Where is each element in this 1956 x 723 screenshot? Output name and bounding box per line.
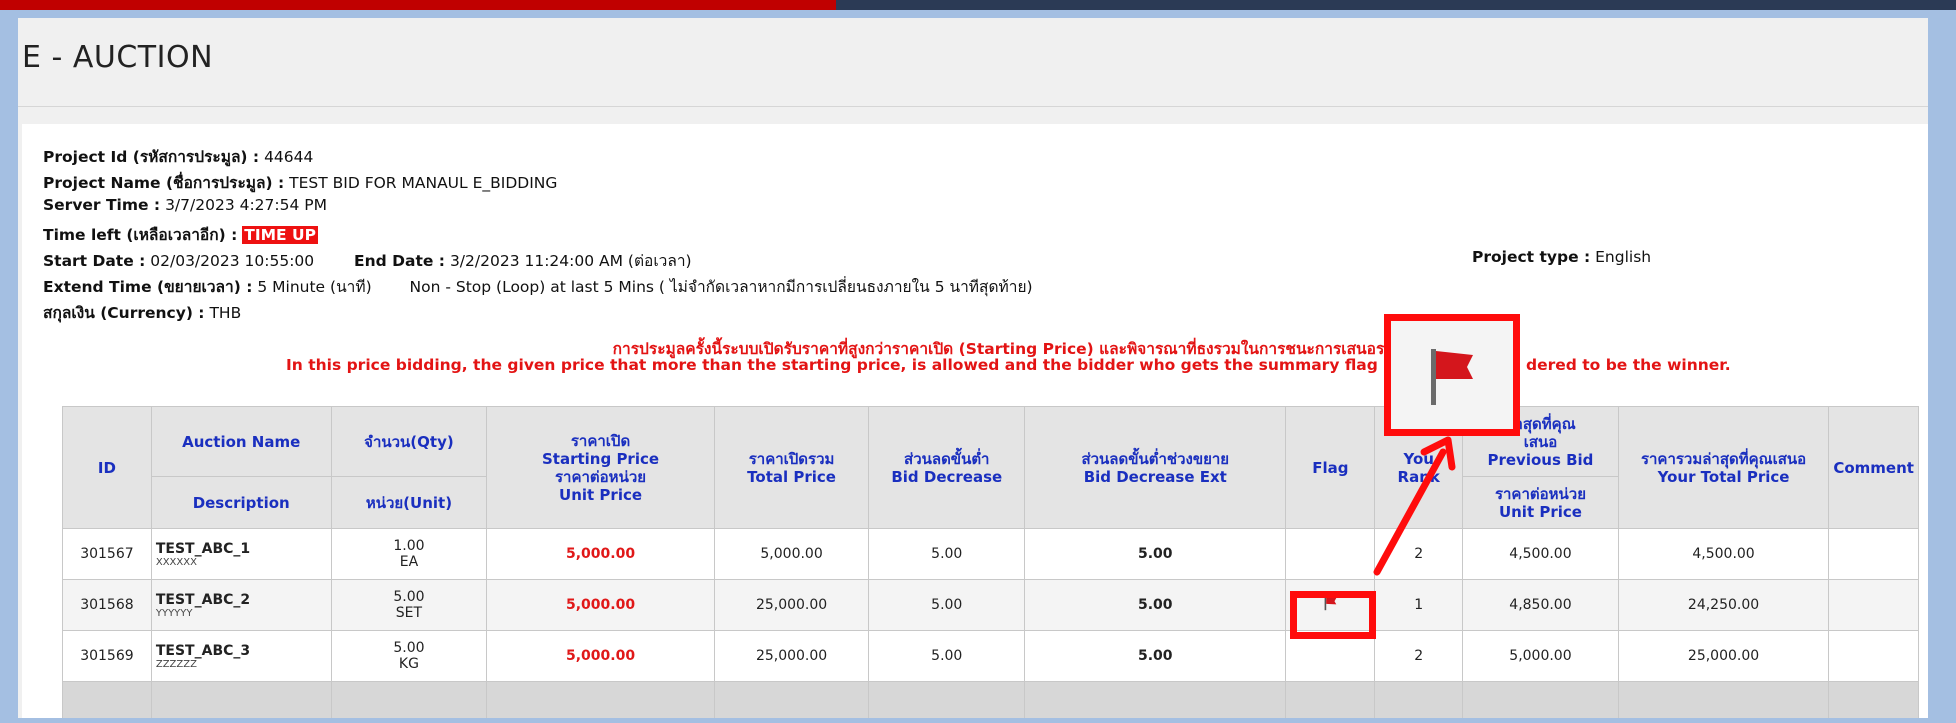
annotation-arrow (1373, 436, 1456, 576)
flag-icon-large (1431, 349, 1473, 405)
flag-zoom-callout (1384, 314, 1520, 436)
